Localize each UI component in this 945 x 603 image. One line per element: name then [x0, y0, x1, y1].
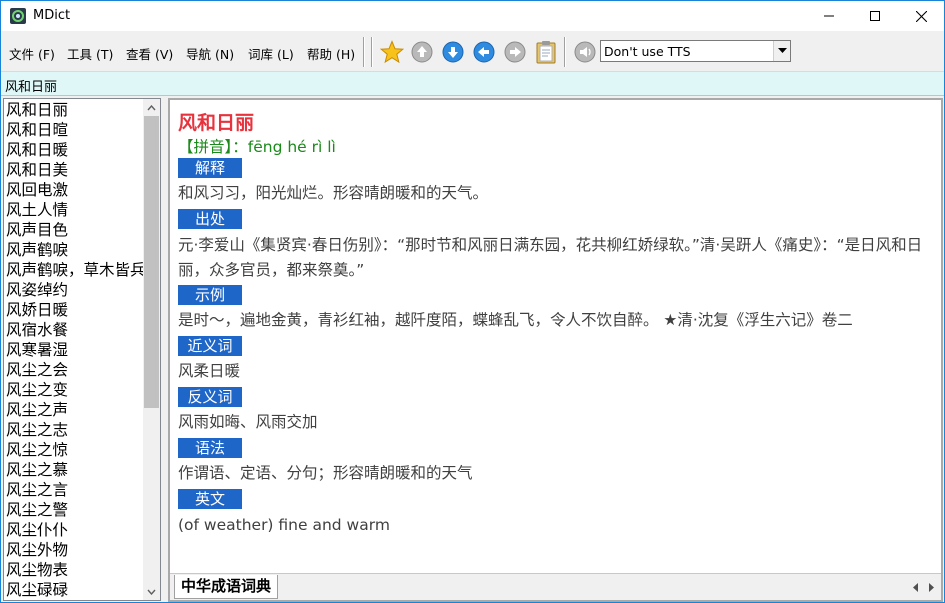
menu-tools[interactable]: 工具 (T): [67, 44, 113, 63]
chevron-down-icon: [147, 589, 156, 595]
mdict-logo-icon: [10, 8, 26, 24]
toolbar-separator: [564, 37, 566, 67]
section-text-explanation: 和风习习，阳光灿烂。形容晴朗暖和的天气。: [178, 184, 489, 202]
word-list-item[interactable]: 风声鹤唳，草木皆兵: [6, 260, 146, 280]
word-list-item[interactable]: 风尘物表: [6, 560, 68, 580]
window-title: MDict: [33, 8, 71, 23]
word-list-item[interactable]: 风尘之慕: [6, 460, 68, 480]
section-tag-english: 英文: [178, 489, 242, 509]
minimize-button[interactable]: [806, 1, 852, 31]
chevron-up-icon: [147, 104, 156, 110]
word-list-item[interactable]: 风姿绰约: [6, 280, 68, 300]
star-icon: [380, 40, 404, 64]
word-list-item[interactable]: 风回电激: [6, 180, 68, 200]
tts-dropdown[interactable]: Don't use TTS: [600, 40, 791, 62]
dropdown-arrow[interactable]: [773, 41, 790, 61]
word-list-item[interactable]: 风尘碌碌: [6, 580, 68, 600]
definition-content: 风和日丽 【拼音】：fēng hé rì lì 解释 和风习习，阳光灿烂。形容晴…: [170, 100, 941, 573]
up-arrow-icon: [411, 41, 433, 63]
menu-view[interactable]: 查看 (V): [126, 44, 173, 63]
headword: 风和日丽: [178, 112, 255, 134]
forward-button[interactable]: [502, 39, 528, 65]
word-list-item[interactable]: 风尘仆仆: [6, 520, 68, 540]
word-list-item[interactable]: 风土人情: [6, 200, 68, 220]
back-arrow-icon: [473, 41, 495, 63]
menu-help[interactable]: 帮助 (H): [307, 44, 355, 63]
section-text-synonyms: 风柔日暖: [178, 362, 241, 380]
scroll-down-button[interactable]: [143, 583, 160, 600]
speak-button[interactable]: [572, 39, 598, 65]
mdict-window: MDict 文件 (F) 工具 (T) 查看 (V) 导航 (N) 词库 (L)…: [0, 0, 945, 603]
forward-arrow-icon: [504, 41, 526, 63]
scroll-up-button[interactable]: [143, 99, 160, 116]
tab-scroll-left-button[interactable]: [910, 580, 922, 594]
pinyin-line: 【拼音】：fēng hé rì lì: [178, 135, 336, 157]
section-text-source: 元·李爱山《集贤宾·春日伤别》：“那时节和风丽日满东园，花共柳红娇绿软。”清·吴…: [178, 236, 923, 279]
menu-file[interactable]: 文件 (F): [9, 44, 55, 63]
word-list-item[interactable]: 风尘之声: [6, 400, 68, 420]
word-list-item[interactable]: 风和日暄: [6, 120, 68, 140]
previous-word-button[interactable]: [409, 39, 435, 65]
tts-selected-value: Don't use TTS: [604, 44, 691, 59]
section-tag-source: 出处: [178, 209, 242, 229]
clipboard-button[interactable]: [533, 39, 559, 65]
section-tag-synonyms: 近义词: [178, 336, 242, 356]
clipboard-icon: [536, 41, 556, 64]
tab-dictionary[interactable]: 中华成语词典: [174, 575, 279, 599]
chevron-down-icon: [777, 48, 787, 53]
word-list-item[interactable]: 风尘之会: [6, 360, 68, 380]
word-list-item[interactable]: 风和日美: [6, 160, 68, 180]
word-list-scrollbar[interactable]: [143, 99, 160, 600]
search-input[interactable]: 风和日丽: [1, 71, 944, 96]
word-list-item[interactable]: 风尘之警: [6, 500, 68, 520]
section-text-english: (of weather) fine and warm: [178, 516, 390, 534]
next-word-button[interactable]: [440, 39, 466, 65]
word-list-item[interactable]: 风寒暑湿: [6, 340, 68, 360]
word-list-item[interactable]: 风尘外物: [6, 540, 68, 560]
section-text-grammar: 作谓语、定语、分句；形容晴朗暖和的天气: [178, 464, 473, 482]
chevron-right-icon: [929, 582, 934, 592]
word-list-item[interactable]: 风宿水餐: [6, 320, 68, 340]
toolbar-separator: [371, 37, 373, 67]
section-text-example: 是时～，遍地金黄，青衫红袖，越阡度陌，蝶蜂乱飞，令人不饮自醉。 ★清·沈复《浮生…: [178, 311, 853, 329]
word-list-item[interactable]: 风和日丽: [6, 100, 68, 120]
pinyin-value: fēng hé rì lì: [247, 138, 336, 156]
word-list-item[interactable]: 风尘之惊: [6, 440, 68, 460]
section-tag-example: 示例: [178, 285, 242, 305]
speaker-icon: [574, 41, 596, 63]
pinyin-label: 【拼音】：: [178, 138, 248, 156]
section-text-antonyms: 风雨如晦、风雨交加: [178, 413, 318, 431]
section-tag-antonyms: 反义词: [178, 387, 242, 407]
word-list-item[interactable]: 风声目色: [6, 220, 68, 240]
menu-library[interactable]: 词库 (L): [248, 44, 294, 63]
section-tag-grammar: 语法: [178, 438, 242, 458]
back-button[interactable]: [471, 39, 497, 65]
minimize-icon: [824, 15, 834, 17]
favorite-button[interactable]: [379, 39, 405, 65]
toolbar-separator: [363, 37, 365, 67]
search-query: 风和日丽: [5, 80, 58, 95]
definition-panel: 风和日丽 【拼音】：fēng hé rì lì 解释 和风习习，阳光灿烂。形容晴…: [168, 98, 943, 602]
word-list-item[interactable]: 风声鹤唳: [6, 240, 68, 260]
close-button[interactable]: [898, 1, 944, 31]
scroll-thumb[interactable]: [144, 116, 159, 408]
word-list-item[interactable]: 风尘之变: [6, 380, 68, 400]
word-list-item[interactable]: 风尘之志: [6, 420, 68, 440]
word-list[interactable]: 风和日丽 风和日暄 风和日暖 风和日美 风回电激 风土人情 风声目色 风声鹤唳 …: [3, 98, 161, 601]
maximize-button[interactable]: [852, 1, 898, 31]
dictionary-tab-bar: 中华成语词典: [170, 573, 941, 600]
tab-scroll-right-button[interactable]: [925, 580, 937, 594]
close-icon: [915, 10, 927, 22]
word-list-item[interactable]: 风娇日暖: [6, 300, 68, 320]
maximize-icon: [870, 11, 880, 21]
down-arrow-icon: [442, 41, 464, 63]
title-bar: MDict: [1, 1, 944, 31]
chevron-left-icon: [913, 582, 918, 592]
word-list-item[interactable]: 风尘之言: [6, 480, 68, 500]
section-tag-explanation: 解释: [178, 158, 242, 178]
menu-navigate[interactable]: 导航 (N): [186, 44, 234, 63]
word-list-item[interactable]: 风和日暖: [6, 140, 68, 160]
menu-toolbar-row: 文件 (F) 工具 (T) 查看 (V) 导航 (N) 词库 (L) 帮助 (H…: [1, 31, 944, 71]
